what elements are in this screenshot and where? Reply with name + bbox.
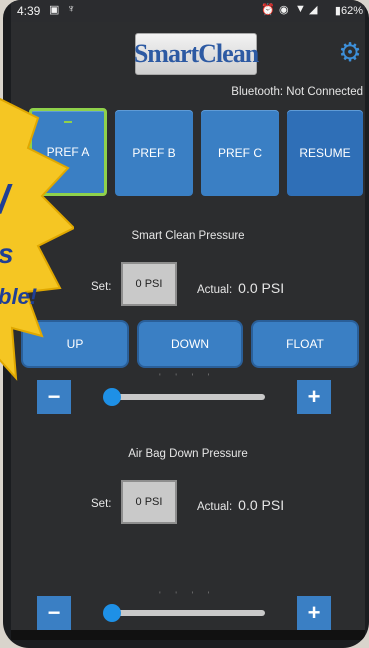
slider-ticks: ' ' ' ' — [159, 372, 216, 382]
smart-clean-slider-thumb[interactable] — [103, 388, 121, 406]
air-bag-minus-button[interactable]: − — [37, 596, 71, 630]
air-bag-actual: Actual: 0.0 PSI — [197, 497, 284, 513]
promo-text-line3: ble! — [0, 284, 38, 309]
air-bag-slider-track[interactable] — [109, 610, 265, 616]
smart-clean-actual: Actual: 0.0 PSI — [197, 280, 284, 296]
battery-indicator: ▮62% — [334, 5, 363, 17]
gear-icon[interactable]: ⚙ — [338, 39, 362, 65]
promo-text-line1: / — [0, 178, 9, 223]
brand-logo: SmartClean — [134, 33, 259, 75]
pref-c-label: PREF C — [217, 146, 262, 160]
down-button[interactable]: DOWN — [137, 320, 243, 368]
status-time: 4:39 — [17, 4, 41, 18]
resume-button[interactable]: RESUME — [287, 110, 363, 196]
wifi-icon: ▼ — [295, 3, 306, 15]
status-bar: 4:39 ▣ ♆ ⏰ ◉ ▼ ◢ ▮62% — [11, 0, 365, 22]
air-bag-set-label: Set: — [91, 498, 112, 510]
smart-clean-actual-value: 0.0 PSI — [238, 280, 285, 296]
smart-clean-plus-button[interactable]: + — [297, 380, 331, 414]
resume-label: RESUME — [299, 146, 351, 160]
navigation-bar — [11, 630, 365, 640]
pref-b-label: PREF B — [132, 146, 176, 160]
pref-b-button[interactable]: PREF B — [115, 110, 193, 196]
air-bag-slider-thumb[interactable] — [103, 604, 121, 622]
smart-clean-slider-track[interactable] — [109, 394, 265, 400]
smart-clean-set-label: Set: — [91, 281, 112, 293]
air-bag-actual-value: 0.0 PSI — [238, 497, 285, 513]
smart-clean-actual-label: Actual: — [197, 284, 233, 296]
promo-text-line2: s — [0, 238, 14, 270]
image-notification-icon: ▣ — [49, 4, 60, 16]
air-bag-title: Air Bag Down Pressure — [128, 448, 248, 460]
alarm-icon: ⏰ — [261, 4, 275, 16]
signal-icon: ◢ — [309, 4, 318, 16]
air-bag-actual-label: Actual: — [197, 501, 233, 513]
air-bag-plus-button[interactable]: + — [297, 596, 331, 630]
air-bag-slider-ticks: ' ' ' ' — [159, 590, 216, 600]
pref-c-button[interactable]: PREF C — [201, 110, 279, 196]
float-button[interactable]: FLOAT — [251, 320, 359, 368]
air-bag-set-value[interactable]: 0 PSI — [121, 480, 177, 524]
data-saver-icon: ◉ — [279, 4, 289, 16]
bluetooth-status: Bluetooth: Not Connected — [231, 86, 363, 98]
smart-clean-set-value[interactable]: 0 PSI — [121, 262, 177, 306]
trophy-notification-icon: ♆ — [67, 3, 76, 15]
